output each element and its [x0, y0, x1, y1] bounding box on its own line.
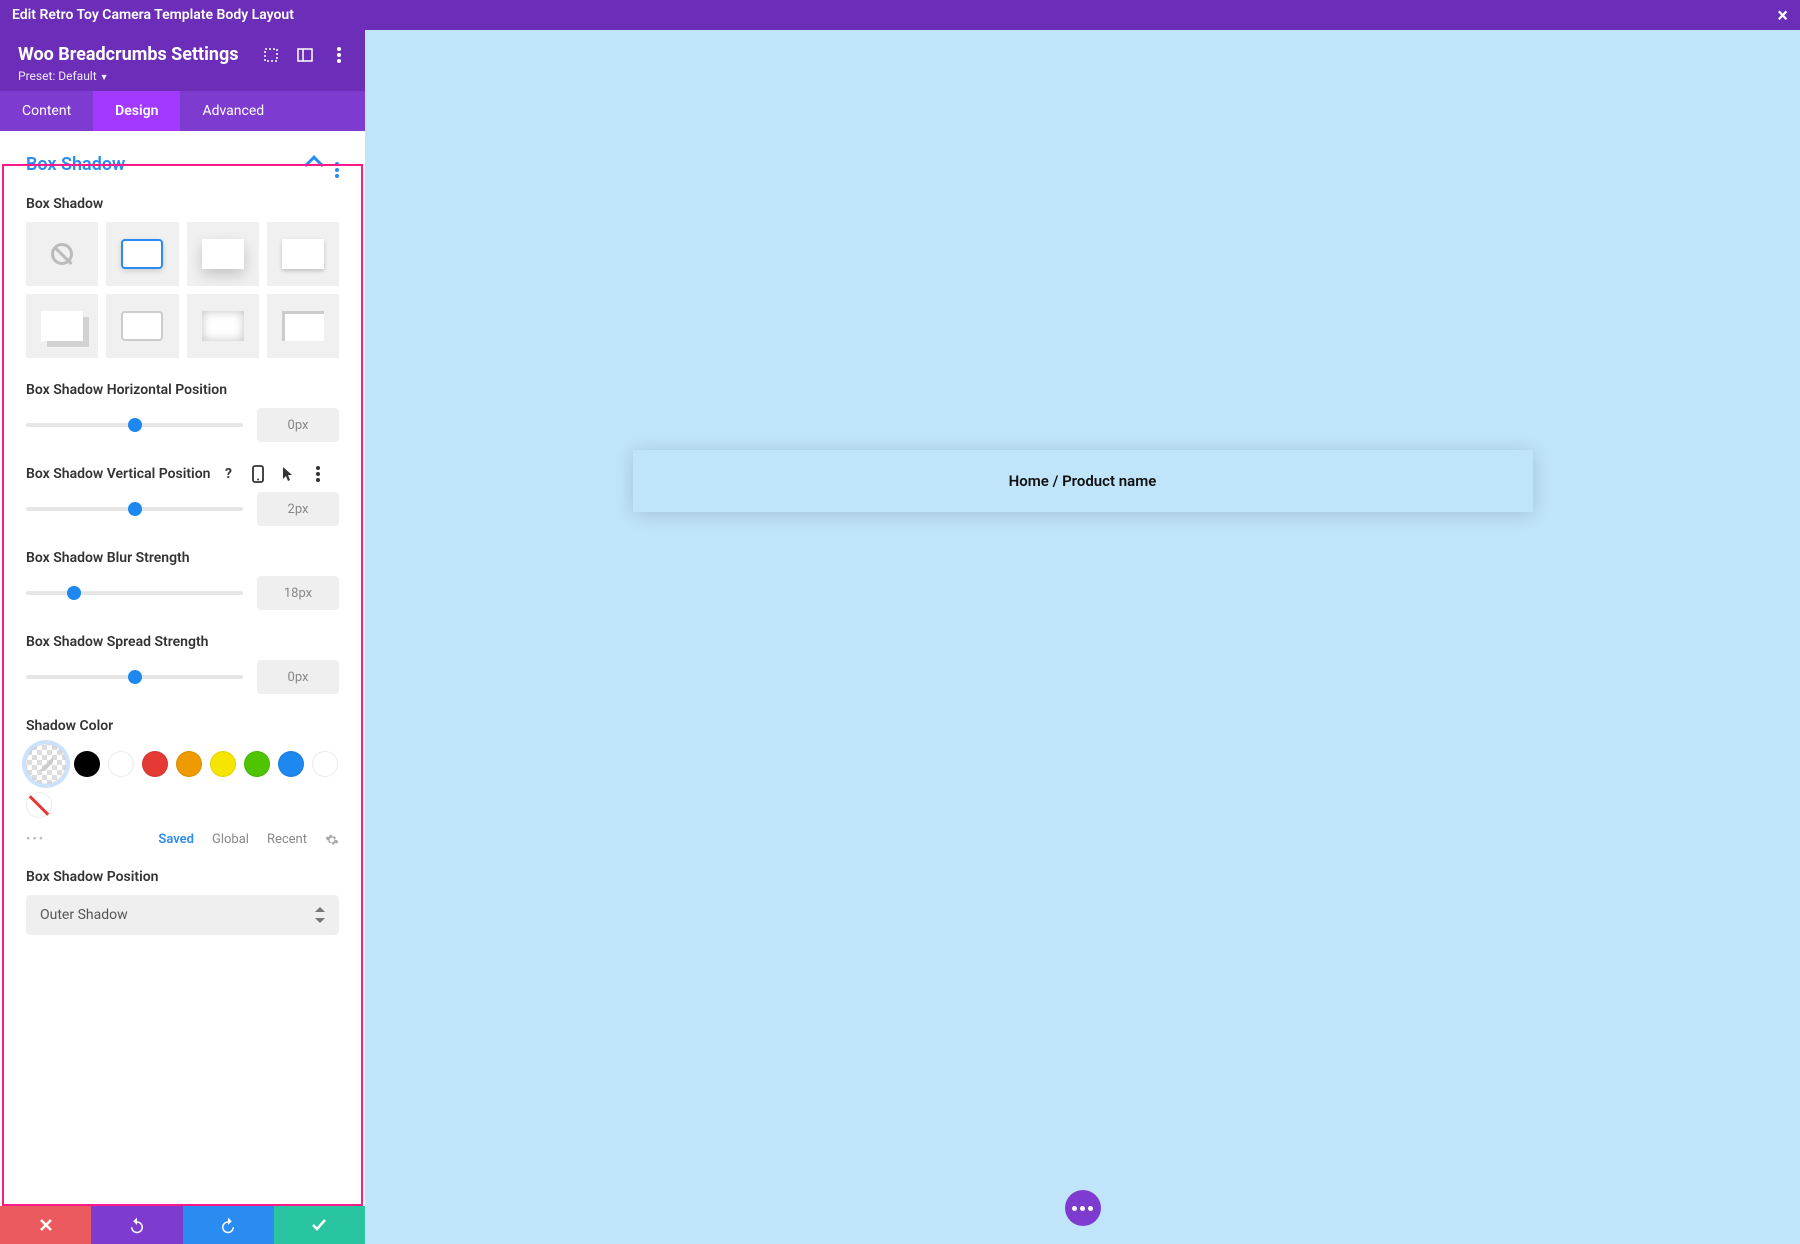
v-label: Box Shadow Vertical Position ?	[26, 466, 339, 482]
tab-content[interactable]: Content	[0, 91, 93, 131]
redo-button[interactable]	[183, 1206, 274, 1244]
section-more-icon[interactable]	[335, 151, 339, 178]
shadow-preset-7[interactable]	[267, 294, 339, 358]
shadow-preset-5[interactable]	[106, 294, 178, 358]
shadow-preset-6[interactable]	[187, 294, 259, 358]
save-button[interactable]	[274, 1206, 365, 1244]
swatch-yellow[interactable]	[210, 751, 236, 777]
breadcrumb-separator: /	[1049, 472, 1062, 490]
swatch-black[interactable]	[74, 751, 100, 777]
undo-button[interactable]	[91, 1206, 182, 1244]
swatch-red[interactable]	[142, 751, 168, 777]
settings-title: Woo Breadcrumbs Settings	[18, 44, 255, 65]
breadcrumb-preview: Home / Product name	[633, 450, 1533, 512]
swatch-tab-global[interactable]: Global	[212, 832, 249, 847]
shadow-preset-grid	[26, 222, 339, 358]
spread-slider[interactable]	[26, 675, 243, 679]
cancel-button[interactable]	[0, 1206, 91, 1244]
tab-advanced[interactable]: Advanced	[180, 91, 286, 131]
h-slider[interactable]	[26, 423, 243, 427]
help-icon[interactable]: ?	[220, 466, 236, 482]
preview-canvas: Home / Product name	[365, 30, 1800, 1244]
blur-value[interactable]: 18px	[257, 576, 339, 610]
swatch-tab-recent[interactable]: Recent	[267, 832, 307, 847]
position-select[interactable]: Outer Shadow	[26, 895, 339, 935]
breadcrumb-current: Product name	[1062, 472, 1156, 490]
window-title: Edit Retro Toy Camera Template Body Layo…	[12, 7, 1777, 23]
v-more-icon[interactable]	[310, 466, 326, 482]
gear-icon[interactable]	[325, 833, 339, 847]
spread-value[interactable]: 0px	[257, 660, 339, 694]
color-picker-icon[interactable]	[26, 744, 66, 784]
action-bar	[0, 1206, 365, 1244]
swatch-blue[interactable]	[278, 751, 304, 777]
color-swatches	[26, 744, 339, 818]
layout-icon[interactable]	[297, 47, 313, 63]
h-value[interactable]: 0px	[257, 408, 339, 442]
section-title: Box Shadow	[26, 154, 307, 175]
settings-sidebar: Woo Breadcrumbs Settings Preset: Default…	[0, 30, 365, 1244]
device-icon[interactable]	[250, 466, 266, 482]
swatch-white-2[interactable]	[312, 751, 338, 777]
tab-design[interactable]: Design	[93, 91, 180, 131]
preset-dropdown[interactable]: Preset: Default ▼	[18, 69, 347, 83]
v-slider[interactable]	[26, 507, 243, 511]
cursor-icon[interactable]	[280, 466, 296, 482]
window-title-bar: Edit Retro Toy Camera Template Body Layo…	[0, 0, 1800, 30]
shadow-preset-2[interactable]	[187, 222, 259, 286]
chevron-up-icon[interactable]	[307, 154, 321, 176]
color-label: Shadow Color	[26, 718, 339, 734]
app-shell: Woo Breadcrumbs Settings Preset: Default…	[0, 30, 1800, 1244]
shadow-preset-none[interactable]	[26, 222, 98, 286]
panel-body: Box Shadow Box Shadow Box Shadow Horizon…	[0, 131, 365, 1206]
close-icon[interactable]: ×	[1777, 5, 1788, 25]
spread-label: Box Shadow Spread Strength	[26, 634, 339, 650]
breadcrumb-home-link[interactable]: Home	[1009, 472, 1049, 490]
swatch-white[interactable]	[108, 751, 134, 777]
swatch-tab-saved[interactable]: Saved	[158, 832, 194, 847]
settings-header: Woo Breadcrumbs Settings Preset: Default…	[0, 30, 365, 91]
h-label: Box Shadow Horizontal Position	[26, 382, 339, 398]
shadow-preset-3[interactable]	[267, 222, 339, 286]
swatch-none[interactable]	[26, 792, 52, 818]
section-header[interactable]: Box Shadow	[26, 151, 339, 178]
settings-tabs: Content Design Advanced	[0, 91, 365, 131]
shadow-preset-4[interactable]	[26, 294, 98, 358]
fab-more-button[interactable]	[1065, 1190, 1101, 1226]
shadow-preset-1[interactable]	[106, 222, 178, 286]
more-icon[interactable]	[331, 47, 347, 63]
swatch-green[interactable]	[244, 751, 270, 777]
blur-label: Box Shadow Blur Strength	[26, 550, 339, 566]
swatch-more-icon[interactable]: •••	[26, 832, 45, 847]
swatch-tabs: ••• Saved Global Recent	[26, 832, 339, 847]
position-label: Box Shadow Position	[26, 869, 339, 885]
v-value[interactable]: 2px	[257, 492, 339, 526]
blur-slider[interactable]	[26, 591, 243, 595]
expand-icon[interactable]	[263, 47, 279, 63]
swatch-orange[interactable]	[176, 751, 202, 777]
presets-label: Box Shadow	[26, 196, 339, 212]
